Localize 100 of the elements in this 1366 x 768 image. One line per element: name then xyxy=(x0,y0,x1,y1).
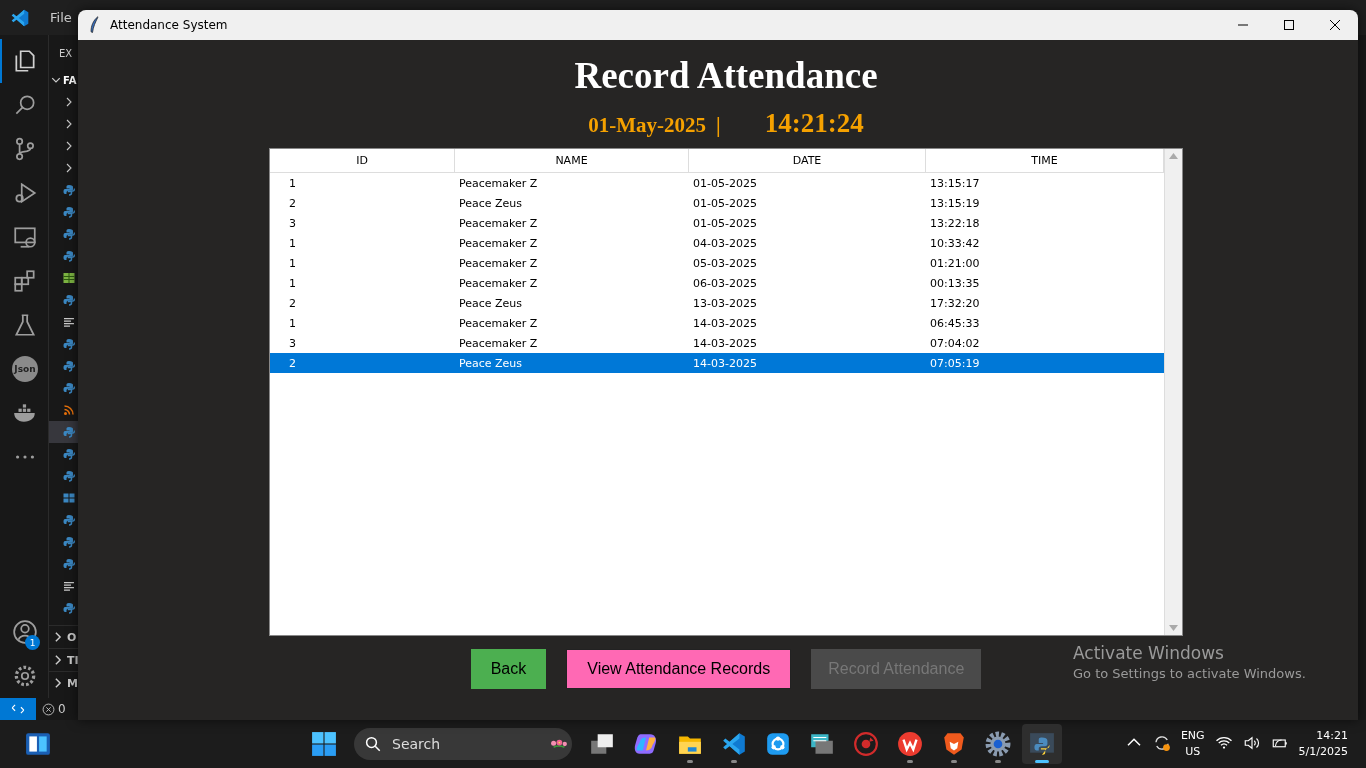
swirl-icon xyxy=(633,731,659,757)
table-cell-text: 14-03-2025 xyxy=(692,356,758,370)
table-row[interactable]: 1 Peacemaker Z 06-03-2025 00:13:35 xyxy=(270,273,1164,293)
table-cell-text: 07:05:19 xyxy=(929,356,981,370)
column-header[interactable]: NAME xyxy=(455,149,689,172)
settings-icon xyxy=(12,663,38,689)
taskbar-date[interactable]: 5/1/2025 xyxy=(1298,744,1348,760)
remote-icon xyxy=(11,702,25,716)
windows-logo-icon xyxy=(311,731,337,757)
python-file-icon xyxy=(63,360,75,372)
table-cell-text: 13:15:17 xyxy=(929,176,981,190)
menu-item[interactable]: File xyxy=(50,10,72,25)
table-cell-text: 1 xyxy=(288,176,297,190)
table-cell-text: Peace Zeus xyxy=(458,356,524,370)
activation-message: Go to Settings to activate Windows. xyxy=(1073,666,1306,681)
table-cell-text: 13:22:18 xyxy=(929,216,981,230)
language-indicator[interactable]: US xyxy=(1185,744,1201,760)
table-cell-text: 3 xyxy=(288,336,297,350)
gear-icon xyxy=(985,731,1011,757)
language-indicator[interactable]: ENG xyxy=(1180,728,1205,744)
column-header[interactable]: ID xyxy=(270,149,455,172)
view-button[interactable]: View Attendance Records xyxy=(566,649,792,689)
table-row[interactable]: 2 Peace Zeus 01-05-2025 13:15:19 xyxy=(270,193,1164,213)
table-cell-text: 14-03-2025 xyxy=(692,336,758,350)
keyboard-window-icon xyxy=(809,731,835,757)
python-file-icon xyxy=(63,448,75,460)
code-editor-icon xyxy=(721,731,747,757)
back-button[interactable]: Back xyxy=(470,649,547,689)
table-row[interactable]: 2 Peace Zeus 13-03-2025 17:32:20 xyxy=(270,293,1164,313)
taskbar-app[interactable] xyxy=(1022,724,1062,764)
search-icon xyxy=(364,735,382,753)
sync-icon xyxy=(1152,733,1171,752)
table-row[interactable]: 2 Peace Zeus 14-03-2025 07:05:19 xyxy=(270,353,1164,373)
table-cell-text: Peacemaker Z xyxy=(458,316,539,330)
python-file-icon xyxy=(63,514,75,526)
accounts-button[interactable]: 1 xyxy=(0,610,48,654)
person-icon xyxy=(12,619,38,645)
table-cell-text: 17:32:20 xyxy=(929,296,981,310)
text-file-icon xyxy=(63,580,75,592)
table-cell-text: 01-05-2025 xyxy=(692,196,758,210)
date-label: 01-May-2025 xyxy=(588,113,707,138)
table-row[interactable]: 1 Peacemaker Z 04-03-2025 10:33:42 xyxy=(270,233,1164,253)
table-cell-text: Peacemaker Z xyxy=(458,236,539,250)
table-row[interactable]: 1 Peacemaker Z 14-03-2025 06:45:33 xyxy=(270,313,1164,333)
folder-section-header[interactable]: FA xyxy=(49,69,78,91)
window-title: Attendance System xyxy=(110,18,229,32)
search-box[interactable]: Search xyxy=(354,728,572,760)
error-icon xyxy=(42,702,55,716)
python-file-icon xyxy=(63,536,75,548)
activation-title: Activate Windows xyxy=(1073,643,1225,663)
table-cell-text: 01-05-2025 xyxy=(692,216,758,230)
page-heading: Record Attendance xyxy=(574,54,878,98)
activity-tab[interactable]: Json xyxy=(0,347,48,391)
python-file-icon xyxy=(63,470,75,482)
python-file-icon xyxy=(63,426,75,438)
running-indicator xyxy=(731,760,737,763)
table-cell-text: Peacemaker Z xyxy=(458,216,539,230)
feather-icon xyxy=(87,16,101,34)
table-cell-text: 1 xyxy=(288,236,297,250)
table-cell-text: Peace Zeus xyxy=(458,196,524,210)
table-cell-text: 2 xyxy=(288,196,297,210)
running-indicator xyxy=(1035,760,1049,763)
table-cell-text: Peacemaker Z xyxy=(458,256,539,270)
windows-stack-icon xyxy=(589,731,615,757)
rss-file-icon xyxy=(63,404,75,416)
search-field[interactable]: Search xyxy=(390,735,514,753)
panel-title: TI xyxy=(67,653,79,667)
table-cell-text: 2 xyxy=(288,356,297,370)
table-cell-text: 1 xyxy=(288,316,297,330)
table-cell-text: Peacemaker Z xyxy=(458,336,539,350)
table-row[interactable]: 1 Peacemaker Z 01-05-2025 13:15:17 xyxy=(270,173,1164,193)
running-indicator xyxy=(951,760,957,763)
section-title: FA xyxy=(63,74,77,86)
scroll-up-icon xyxy=(1169,152,1178,159)
table-row[interactable]: 3 Peacemaker Z 14-03-2025 07:04:02 xyxy=(270,333,1164,353)
table-row[interactable]: 3 Peacemaker Z 01-05-2025 13:22:18 xyxy=(270,213,1164,233)
widgets-icon xyxy=(25,731,51,757)
extensions-icon xyxy=(12,268,38,294)
column-header[interactable]: DATE xyxy=(689,149,926,172)
remote-explorer-icon xyxy=(12,224,38,250)
panel-title: O xyxy=(67,630,77,644)
scrollbar[interactable] xyxy=(1164,149,1182,635)
chevron-icon xyxy=(53,678,63,688)
close-icon xyxy=(1329,19,1341,31)
python-file-icon xyxy=(63,206,75,218)
python-file-icon xyxy=(63,250,75,262)
w-logo-icon xyxy=(897,731,923,757)
chevron-icon xyxy=(51,75,61,85)
separator-text: | xyxy=(716,113,721,138)
clock-label: 14:21:24 xyxy=(764,108,864,139)
table-row[interactable]: 1 Peacemaker Z 05-03-2025 01:21:00 xyxy=(270,253,1164,273)
problems-indicator[interactable]: 0 xyxy=(36,702,66,716)
taskbar-time[interactable]: 14:21 xyxy=(1316,728,1348,744)
chevron-icon xyxy=(53,632,63,642)
running-indicator xyxy=(907,760,913,763)
table-cell-text: 00:13:35 xyxy=(929,276,981,290)
python-file-icon xyxy=(63,294,75,306)
windows-file-icon xyxy=(63,492,75,504)
python-file-icon xyxy=(63,338,75,350)
files-icon xyxy=(12,48,38,74)
